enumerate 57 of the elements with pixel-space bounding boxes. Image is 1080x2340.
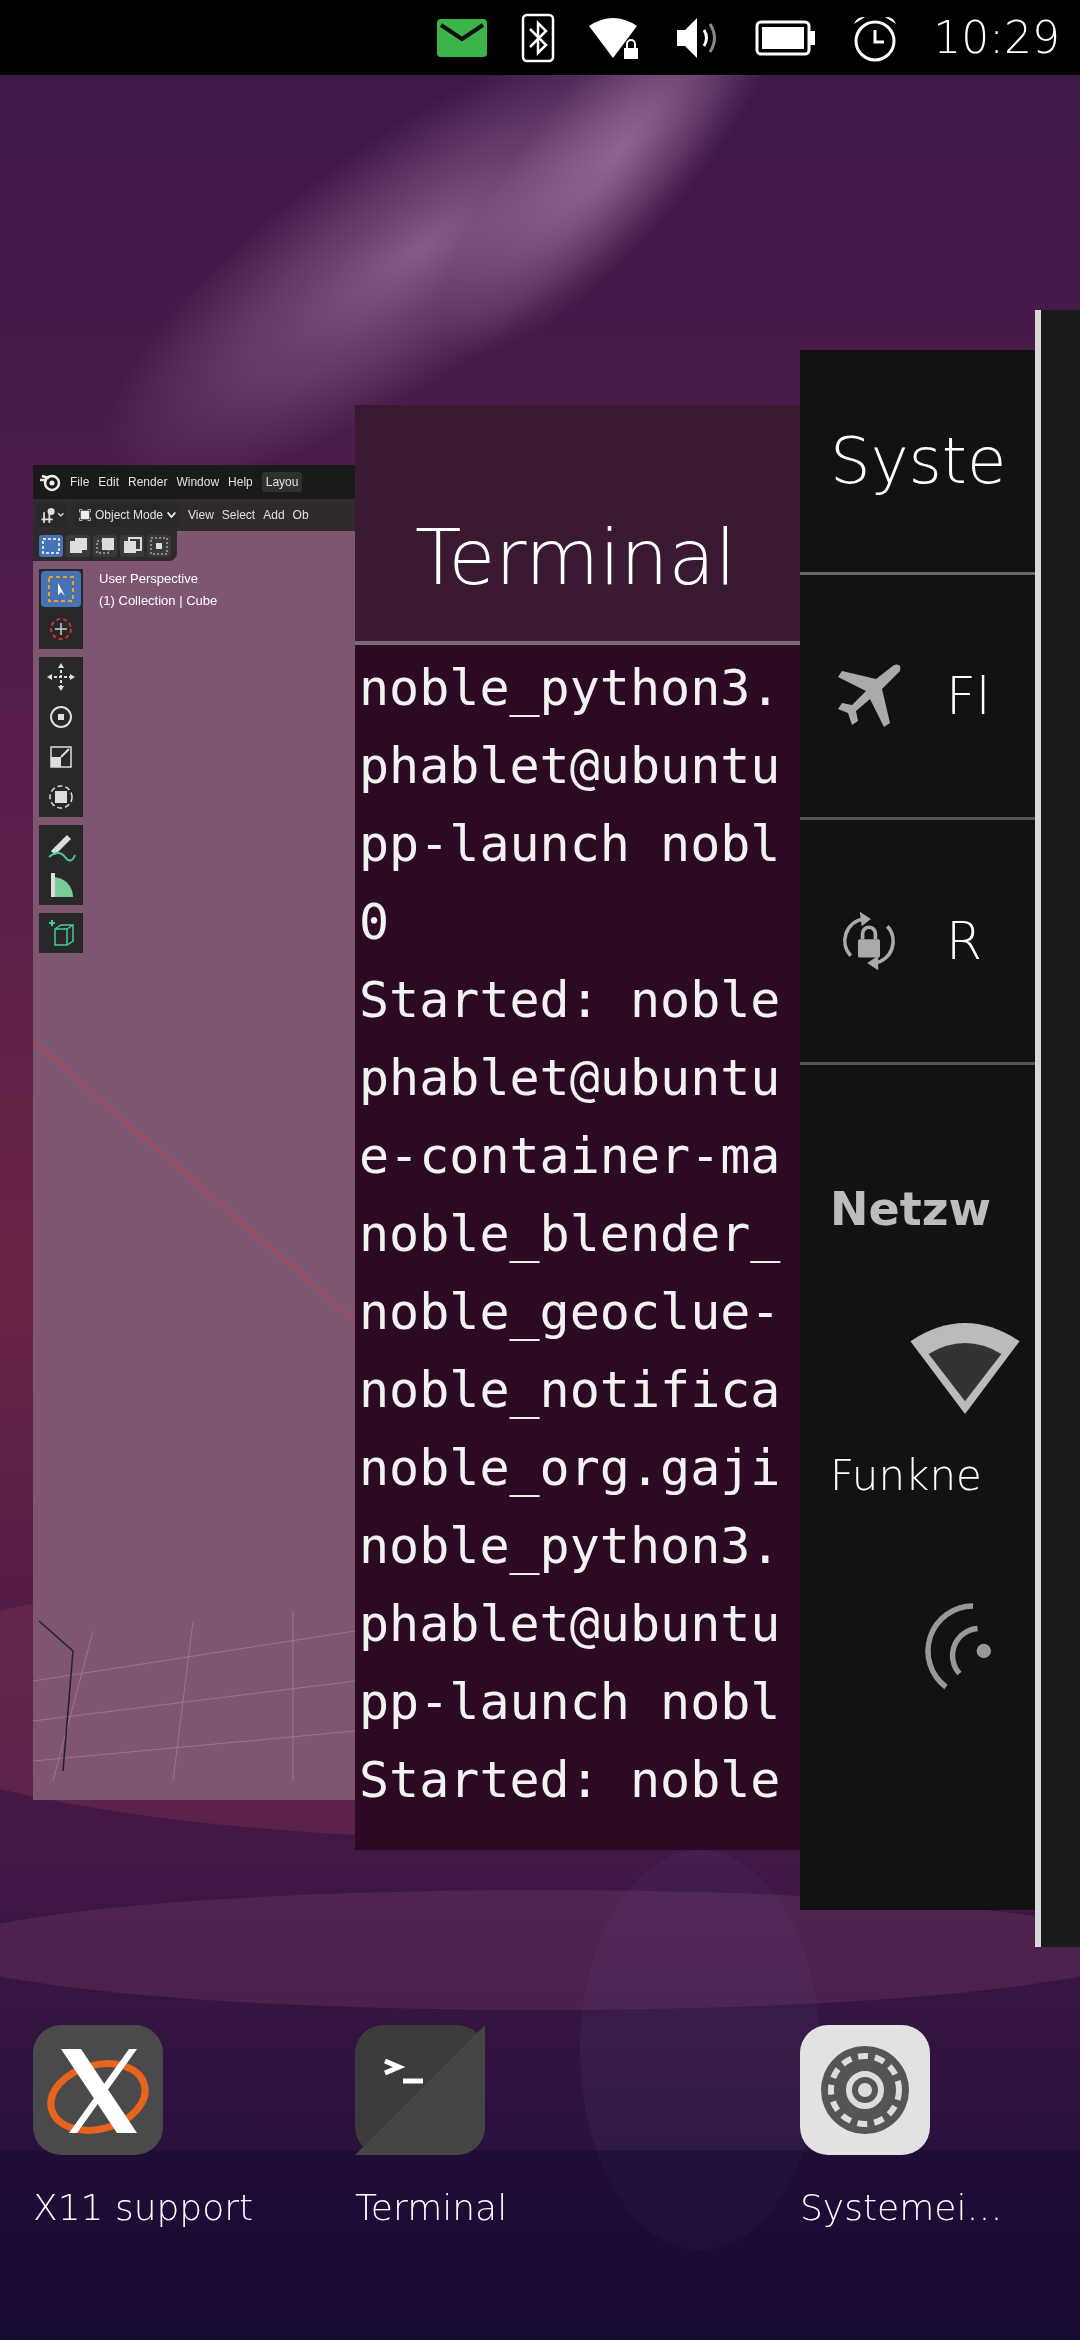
app-icon[interactable] [800, 2025, 930, 2155]
menu-item[interactable]: Add [263, 506, 285, 524]
select-mode-icon[interactable] [120, 535, 144, 557]
terminal-line: noble_python3. [359, 1516, 781, 1577]
app-window[interactable]: File Edit Render Window Help Layou Object Mode View Select Add Ob User Perspective (1) Collection | Cube [33, 465, 355, 1800]
network-label[interactable]: Funkne [830, 1444, 982, 1507]
airplane-icon [836, 663, 902, 729]
select-mode-icon[interactable] [93, 535, 117, 557]
app-window[interactable] [1035, 310, 1080, 1947]
mail-icon[interactable] [437, 18, 488, 57]
terminal-line: pp-launch nobl [359, 814, 781, 875]
menu-item[interactable]: Help [228, 473, 253, 491]
clock-time: 10:29 [933, 10, 1060, 65]
menu-item[interactable]: Edit [98, 473, 120, 491]
tool-settings-icon[interactable] [37, 503, 67, 527]
section-heading: Netzw [830, 1181, 991, 1238]
terminal-line: noble_geoclue- [359, 1282, 781, 1343]
workspace-tab[interactable]: Layou [261, 472, 303, 492]
terminal-line: 0 [359, 892, 390, 953]
blender-logo-icon[interactable] [39, 472, 61, 492]
terminal-line: e-container-ma [359, 1126, 781, 1187]
terminal-line: phablet@ubuntu [359, 1594, 781, 1655]
menu-item[interactable]: Window [176, 473, 220, 491]
app-label[interactable]: X11 support [33, 2181, 254, 2235]
select-mode-icon[interactable] [66, 535, 90, 557]
viewport-label: User Perspective [99, 570, 198, 588]
terminal-line: noble_python3. [359, 658, 781, 719]
terminal-line: phablet@ubuntu [359, 1048, 781, 1109]
viewport-label: (1) Collection | Cube [99, 591, 218, 610]
terminal-line: noble_notifica [359, 1360, 781, 1421]
window-title: Terminal [415, 520, 737, 596]
terminal-line: noble_org.gaji [359, 1438, 781, 1499]
app-icon[interactable] [33, 2025, 163, 2155]
app-label[interactable]: Systemei… [800, 2181, 1003, 2235]
app-window[interactable] [355, 405, 800, 1850]
window-title: Syste [830, 429, 1007, 493]
terminal-line: phablet@ubuntu [359, 736, 781, 797]
menu-item[interactable]: Select [221, 506, 256, 524]
setting-label[interactable]: Fl [946, 657, 991, 735]
mode-dropdown[interactable]: Object Mode [75, 503, 181, 527]
bluetooth-icon[interactable] [521, 12, 556, 63]
select-mode-icon[interactable] [39, 535, 63, 557]
battery-icon[interactable] [755, 19, 818, 56]
terminal-line: Started: noble [359, 1750, 781, 1811]
terminal-line: pp-launch nobl [359, 1672, 781, 1733]
object-icon [79, 509, 91, 521]
menu-item[interactable]: View [188, 506, 214, 524]
app-label[interactable]: Terminal [355, 2181, 508, 2235]
caret-icon [167, 512, 177, 518]
menu-item[interactable]: Ob [292, 506, 309, 524]
terminal-line: Started: noble [359, 970, 781, 1031]
app-window[interactable]: Syste Fl R Netzw Funkne [800, 350, 1035, 1910]
menu-item[interactable]: File [70, 473, 90, 491]
select-mode-icon[interactable] [147, 535, 171, 557]
setting-label[interactable]: R [946, 902, 983, 980]
menu-item[interactable]: Render [128, 473, 168, 491]
terminal-line: noble_blender_ [359, 1204, 781, 1265]
